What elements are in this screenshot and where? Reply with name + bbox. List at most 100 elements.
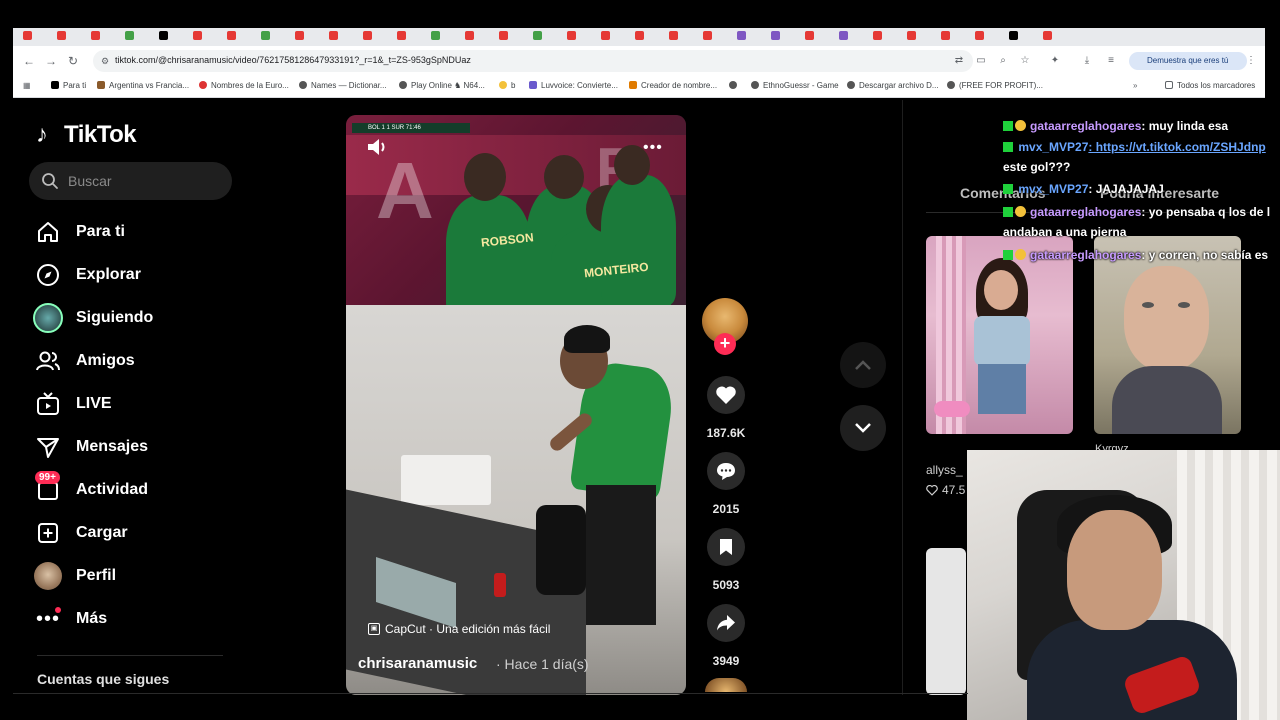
bookmarks-overflow-icon[interactable]: »: [1133, 81, 1137, 90]
chat-message-continuation: este gol???: [1003, 157, 1280, 177]
bookmark-item[interactable]: (FREE FOR PROFIT)...: [947, 81, 1043, 90]
recommended-video-thumbnail[interactable]: [926, 236, 1073, 434]
browser-tab[interactable]: [907, 31, 916, 40]
sidebar-item-para-ti[interactable]: Para ti: [33, 215, 233, 249]
all-bookmarks-folder[interactable]: Todos los marcadores: [1165, 81, 1255, 90]
bookmark-item[interactable]: Luvvoice: Convierte...: [529, 81, 618, 90]
extensions-icon[interactable]: ✦: [1049, 55, 1061, 67]
browser-tab-strip[interactable]: [13, 28, 1265, 46]
sidebar-item-mas[interactable]: ••• Más: [33, 602, 233, 636]
browser-tab[interactable]: [431, 31, 440, 40]
browser-tab[interactable]: [397, 31, 406, 40]
bookmark-star-icon[interactable]: ☆: [1019, 55, 1031, 67]
browser-tab[interactable]: [601, 31, 610, 40]
browser-menu-icon[interactable]: ⋮: [1245, 55, 1257, 67]
browser-tab[interactable]: [533, 31, 542, 40]
webcam-overlay: [967, 450, 1280, 720]
back-icon[interactable]: ←: [21, 53, 37, 69]
browser-tab[interactable]: [1009, 31, 1018, 40]
comment-button[interactable]: [707, 452, 745, 490]
translate-icon[interactable]: ⇄: [953, 55, 965, 67]
reload-icon[interactable]: ↻: [65, 53, 81, 69]
browser-tab[interactable]: [941, 31, 950, 40]
browser-tab[interactable]: [873, 31, 882, 40]
share-button[interactable]: [707, 604, 745, 642]
sidebar-item-mensajes[interactable]: Mensajes: [33, 430, 233, 464]
browser-tab[interactable]: [465, 31, 474, 40]
bookmark-item[interactable]: Play Online ♞ N64...: [399, 81, 485, 90]
bookmark-item[interactable]: Descargar archivo D...: [847, 81, 939, 90]
sidebar-item-siguiendo[interactable]: Siguiendo: [33, 301, 233, 335]
creator-avatar-button[interactable]: +: [700, 296, 752, 356]
bookmark-favicon: [629, 81, 637, 89]
bookmark-item[interactable]: [729, 81, 741, 90]
video-author-name[interactable]: chrisaranamusic: [358, 655, 477, 672]
download-icon[interactable]: ⤓: [1081, 55, 1093, 67]
browser-tab[interactable]: [23, 31, 32, 40]
browser-tab[interactable]: [91, 31, 100, 40]
heart-icon: [716, 386, 736, 404]
apps-icon[interactable]: ▦: [23, 81, 31, 90]
zoom-icon[interactable]: ⌕: [997, 55, 1009, 67]
forward-icon[interactable]: →: [43, 53, 59, 69]
video-more-options-icon[interactable]: •••: [643, 139, 663, 157]
verify-identity-button[interactable]: Demuestra que eres tú: [1129, 52, 1247, 70]
sidebar-item-actividad[interactable]: 99+ Actividad: [33, 471, 233, 507]
browser-tab[interactable]: [57, 31, 66, 40]
sidebar-item-amigos[interactable]: Amigos: [33, 344, 233, 378]
browser-tab[interactable]: [125, 31, 134, 40]
address-bar[interactable]: ⚙ tiktok.com/@chrisaranamusic/video/7621…: [93, 50, 973, 72]
chat-link[interactable]: : https://vt.tiktok.com/ZSHJdnp: [1088, 140, 1265, 154]
sidebar-item-live[interactable]: LIVE: [33, 387, 233, 421]
browser-tab[interactable]: [771, 31, 780, 40]
browser-tab[interactable]: [193, 31, 202, 40]
like-button[interactable]: [707, 376, 745, 414]
volume-icon[interactable]: [366, 136, 390, 158]
browser-tab[interactable]: [805, 31, 814, 40]
recommended-video-thumbnail[interactable]: [926, 548, 966, 695]
browser-tab[interactable]: [975, 31, 984, 40]
bookmark-item[interactable]: b: [499, 81, 515, 90]
recommended-video-thumbnail[interactable]: [1094, 236, 1241, 434]
home-icon: [33, 217, 63, 247]
browser-tab[interactable]: [567, 31, 576, 40]
sidebar-item-explorar[interactable]: Explorar: [33, 258, 233, 292]
thumbnail-like-count: 47.5: [942, 483, 966, 497]
browser-tab[interactable]: [295, 31, 304, 40]
browser-tab[interactable]: [703, 31, 712, 40]
thumbnail-author[interactable]: allyss_: [926, 463, 963, 477]
bookmark-item[interactable]: Argentina vs Francia...: [97, 81, 189, 90]
browser-tab[interactable]: [227, 31, 236, 40]
cast-icon[interactable]: ▭: [975, 55, 987, 67]
bookmark-item[interactable]: Creador de nombre...: [629, 81, 717, 90]
bookmark-item[interactable]: Para ti: [51, 81, 86, 90]
bookmark-item[interactable]: Nombres de la Euro...: [199, 81, 289, 90]
search-input[interactable]: Buscar: [29, 162, 232, 200]
next-creator-avatar[interactable]: [705, 678, 747, 692]
video-player[interactable]: A R ROBSON MONTEIRO BOL 1 1 SUR 71:46 ••…: [346, 115, 686, 695]
tiktok-note-icon: ♪: [36, 121, 48, 148]
browser-tab[interactable]: [1043, 31, 1052, 40]
browser-tab[interactable]: [159, 31, 168, 40]
compass-icon: [33, 260, 63, 290]
browser-tab[interactable]: [737, 31, 746, 40]
bookmark-item[interactable]: Names — Dictionar...: [299, 81, 387, 90]
next-video-button[interactable]: [840, 405, 886, 451]
browser-tab[interactable]: [261, 31, 270, 40]
save-button[interactable]: [707, 528, 745, 566]
browser-tab[interactable]: [839, 31, 848, 40]
sidebar-item-perfil[interactable]: Perfil: [33, 559, 233, 593]
bookmark-item[interactable]: EthnoGuessr - Game: [751, 81, 839, 90]
follow-plus-icon[interactable]: +: [714, 333, 736, 355]
capcut-label[interactable]: ▣ CapCut · Una edición más fácil: [368, 622, 550, 636]
browser-tab[interactable]: [329, 31, 338, 40]
browser-tab[interactable]: [635, 31, 644, 40]
browser-tab[interactable]: [499, 31, 508, 40]
previous-video-button[interactable]: [840, 342, 886, 388]
browser-tab[interactable]: [669, 31, 678, 40]
site-info-icon[interactable]: ⚙: [97, 53, 113, 69]
tiktok-logo[interactable]: ♪ TikTok: [36, 118, 137, 152]
reading-list-icon[interactable]: ≡: [1105, 55, 1117, 67]
sidebar-item-cargar[interactable]: Cargar: [33, 516, 233, 550]
browser-tab[interactable]: [363, 31, 372, 40]
